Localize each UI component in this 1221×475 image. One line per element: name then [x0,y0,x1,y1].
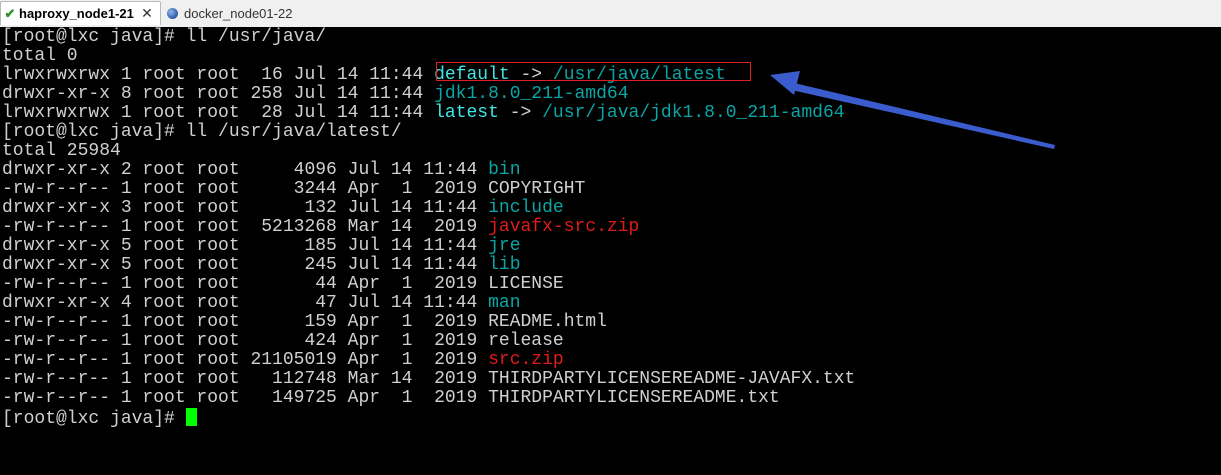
tab-label: haproxy_node1-21 [19,6,134,21]
tab-bar: ✔ haproxy_node1-21 ✕ docker_node01-22 [0,0,1221,28]
terminal-output[interactable]: [root@lxc java]# ll /usr/java/total 0 lrw… [0,27,1221,475]
globe-icon [167,7,178,19]
arrow-shaft [787,82,1055,149]
tab-docker-node01-22[interactable]: docker_node01-22 [164,1,332,25]
close-icon[interactable]: ✕ [140,6,154,20]
check-icon: ✔ [4,5,16,21]
arrow-head [770,71,800,95]
tab-label: docker_node01-22 [184,5,293,21]
tab-haproxy-node1-21[interactable]: ✔ haproxy_node1-21 ✕ [0,1,161,25]
annotation-arrow [770,71,1055,149]
